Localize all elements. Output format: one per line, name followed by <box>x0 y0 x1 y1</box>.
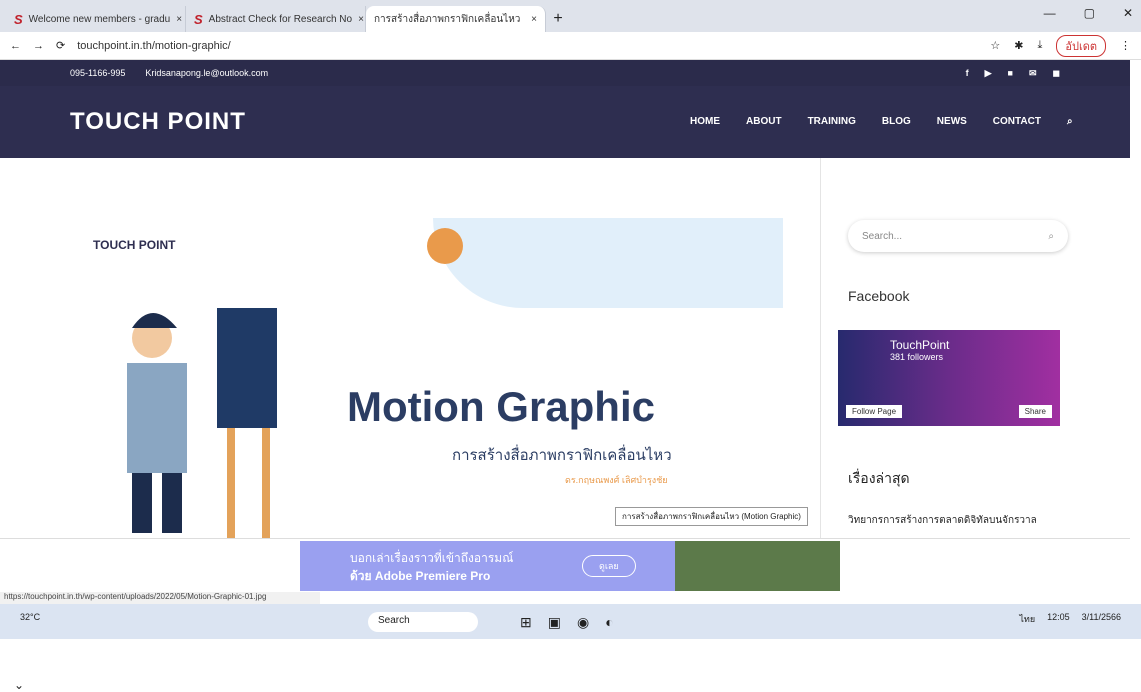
image-tooltip: การสร้างสื่อภาพกราฟิกเคลื่อนไหว (Motion … <box>615 507 808 526</box>
fb-followers: 381 followers <box>890 352 944 362</box>
artist-illustration <box>127 308 277 538</box>
update-button[interactable]: อัปเดต <box>1056 34 1106 57</box>
content: TOUCH POINT Motion Graphic การสร้างสื่อภ… <box>0 158 1130 692</box>
s-logo-icon: S <box>194 11 203 27</box>
decor-dot <box>427 228 463 264</box>
facebook-heading: Facebook <box>848 288 910 304</box>
nav-home[interactable]: HOME <box>690 116 720 127</box>
nav-contact[interactable]: CONTACT <box>993 116 1041 127</box>
nav-about[interactable]: ABOUT <box>746 116 782 127</box>
weather[interactable]: 32°C <box>20 612 40 622</box>
ad-button[interactable]: ดูเลย <box>582 555 636 577</box>
back-icon[interactable]: ← <box>10 40 21 52</box>
s-logo-icon: S <box>14 11 23 27</box>
close-icon[interactable]: × <box>531 14 537 25</box>
close-window-icon[interactable]: ✕ <box>1123 6 1133 20</box>
ad-line-2: ด้วย Adobe Premiere Pro <box>350 569 491 583</box>
line-icon[interactable]: ◼ <box>1053 68 1060 79</box>
facebook-icon[interactable]: f <box>966 68 969 79</box>
status-url: https://touchpoint.in.th/wp-content/uplo… <box>0 592 320 604</box>
decor-wave <box>433 218 783 308</box>
main-nav: HOME ABOUT TRAINING BLOG NEWS CONTACT ⌕ <box>690 116 1073 127</box>
youtube-icon[interactable]: ▶ <box>985 68 992 79</box>
fb-name[interactable]: TouchPoint <box>890 338 949 352</box>
ad-photo <box>675 541 840 591</box>
featured-image[interactable]: TOUCH POINT Motion Graphic การสร้างสื่อภ… <box>77 218 783 538</box>
hero-title: Motion Graphic <box>347 383 655 430</box>
site-logo[interactable]: TOUCH POINT <box>70 108 246 136</box>
email[interactable]: Kridsanapong.le@outlook.com <box>145 68 268 78</box>
chevron-down-icon[interactable]: ⌄ <box>14 678 24 692</box>
window-controls: — ▢ ✕ <box>1044 6 1133 20</box>
tab-2[interactable]: S Abstract Check for Research No × <box>186 6 366 32</box>
recent-post-link[interactable]: วิทยากรการสร้างการตลาดดิจิทัลบนจักรวาล <box>848 513 1037 528</box>
forward-icon[interactable]: → <box>33 40 44 52</box>
edge-icon[interactable]: ◐ <box>605 614 613 631</box>
sidebar-search-input[interactable]: Search... ⌕ <box>848 220 1068 252</box>
extensions-icon[interactable]: ✱ <box>1014 39 1023 52</box>
download-icon[interactable]: ⤓ <box>1037 39 1042 52</box>
video-icon[interactable]: ■ <box>1008 68 1013 79</box>
follow-page-button[interactable]: Follow Page <box>846 405 903 418</box>
hero-author: ดร.กฤษณพงศ์ เลิศบำรุงชัย <box>565 475 668 485</box>
nav-blog[interactable]: BLOG <box>882 116 911 127</box>
tab-strip: S Welcome new members - gradu × S Abstract … <box>0 0 1141 32</box>
nav-training[interactable]: TRAINING <box>808 116 856 127</box>
site-topbar: 095-1166-995 Kridsanapong.le@outlook.com… <box>0 60 1130 86</box>
ad-line-1: บอกเล่าเรื่องราวที่เข้าถึงอารมณ์ <box>350 551 514 565</box>
taskbar-search[interactable]: Search <box>368 612 478 632</box>
hero-logo: TOUCH POINT <box>93 238 176 252</box>
site-header: TOUCH POINT HOME ABOUT TRAINING BLOG NEWS CON… <box>0 86 1130 158</box>
folder-icon[interactable]: ▣ <box>548 614 561 631</box>
phone: 095-1166-995 <box>70 68 126 78</box>
reload-icon[interactable]: ⟳ <box>56 39 65 52</box>
maximize-icon[interactable]: ▢ <box>1084 6 1095 20</box>
hero-subtitle: การสร้างสื่อภาพกราฟิกเคลื่อนไหว <box>452 447 672 464</box>
menu-icon[interactable]: ⋮ <box>1120 39 1131 52</box>
tab-1[interactable]: S Welcome new members - gradu × <box>6 6 186 32</box>
divider <box>820 158 821 538</box>
ad-bar: บอกเล่าเรื่องราวที่เข้าถึงอารมณ์ ด้วย Ad… <box>0 538 1130 592</box>
tab-3[interactable]: การสร้างสื่อภาพกราฟิกเคลื่อนไหว × <box>366 6 546 32</box>
search-icon[interactable]: ⌕ <box>1048 231 1054 242</box>
system-tray: ไทย 12:05 3/11/2566 <box>1019 612 1121 626</box>
chrome-icon[interactable]: ◉ <box>577 614 589 631</box>
app-icons: ⊞ ▣ ◉ ◐ <box>520 614 614 631</box>
date[interactable]: 3/11/2566 <box>1082 612 1121 626</box>
close-icon[interactable]: × <box>358 14 364 25</box>
recent-heading: เรื่องล่าสุด <box>848 470 910 486</box>
adobe-ad[interactable]: บอกเล่าเรื่องราวที่เข้าถึงอารมณ์ ด้วย Ad… <box>300 541 840 591</box>
share-button[interactable]: Share <box>1018 405 1052 418</box>
new-tab-button[interactable]: + <box>546 6 570 32</box>
address-bar: ← → ⟳ touchpoint.in.th/motion-graphic/ ☆ ✱ ⤓… <box>0 32 1141 60</box>
nav-news[interactable]: NEWS <box>937 116 967 127</box>
taskbar: 32°C Search ⊞ ▣ ◉ ◐ ไทย 12:05 3/11/2566 <box>0 604 1141 639</box>
facebook-widget[interactable]: TouchPoint 381 followers Follow Page Sha… <box>838 330 1060 426</box>
minimize-icon[interactable]: — <box>1044 6 1056 20</box>
mail-icon[interactable]: ✉ <box>1029 68 1037 79</box>
url-field[interactable]: touchpoint.in.th/motion-graphic/ <box>77 40 978 52</box>
social-icons: f ▶ ■ ✉ ◼ <box>966 68 1060 79</box>
close-icon[interactable]: × <box>176 14 182 25</box>
search-icon[interactable]: ⌕ <box>1067 116 1073 127</box>
lang[interactable]: ไทย <box>1019 612 1035 626</box>
clock[interactable]: 12:05 <box>1047 612 1070 626</box>
star-icon[interactable]: ☆ <box>990 39 1000 52</box>
windows-icon[interactable]: ⊞ <box>520 614 532 631</box>
